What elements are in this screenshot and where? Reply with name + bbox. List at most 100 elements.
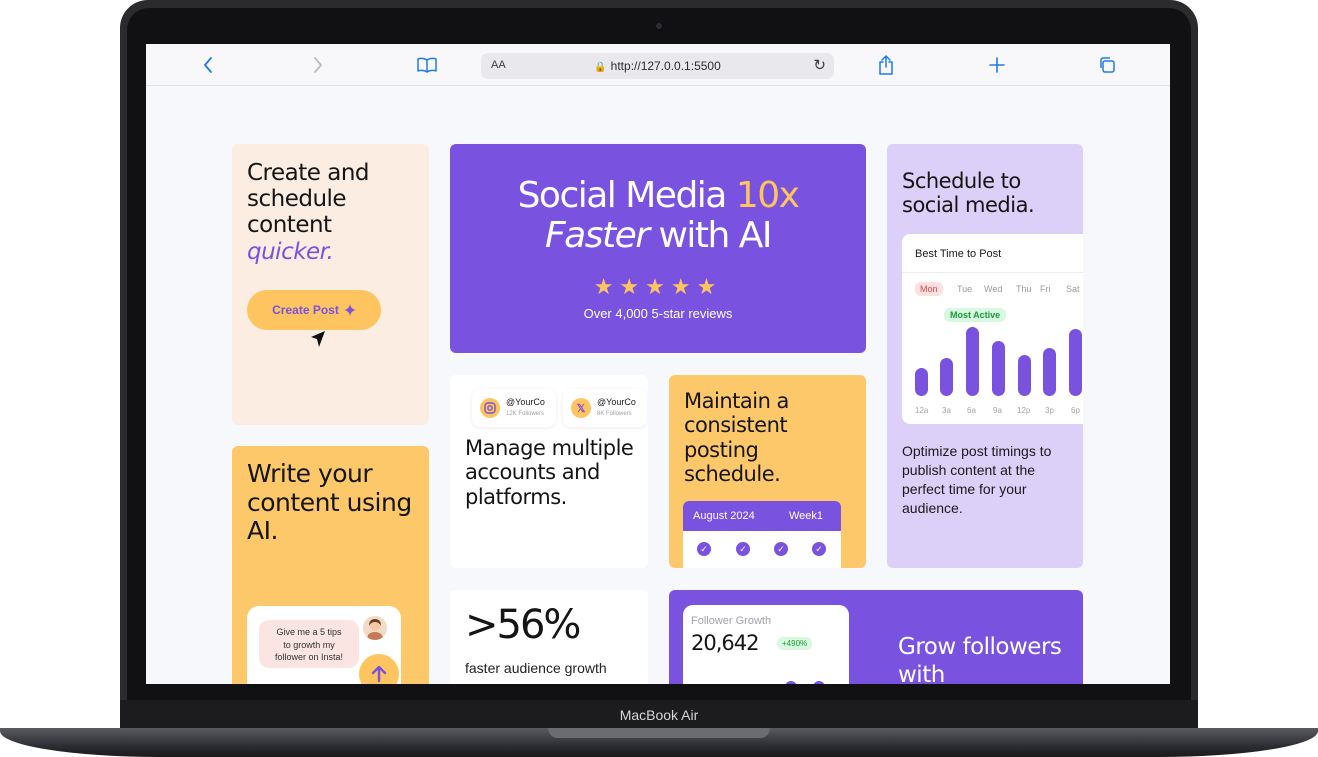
url-display: 🔒 http://127.0.0.1:5500	[481, 59, 834, 73]
account-handle: @YourCo	[597, 397, 636, 407]
time-label: 6p	[1071, 406, 1080, 415]
hero-title: Social Media 10x Faster with AI	[450, 176, 866, 255]
cursor-icon	[311, 331, 325, 347]
time-label: 12a	[915, 406, 929, 415]
calendar-month: August 2024	[693, 510, 755, 522]
browser-toolbar: AA 🔒 http://127.0.0.1:5500 ↻	[146, 44, 1170, 86]
stat-label: faster audience growth	[465, 660, 607, 676]
time-bar	[915, 368, 928, 396]
check-icon: ✓	[697, 542, 711, 556]
camera-icon	[656, 23, 662, 29]
write-headline: Write your content using AI.	[247, 459, 412, 545]
schedule-card: Schedule to social media. Best Time to P…	[887, 144, 1083, 568]
hero-subtitle: Over 4,000 5-star reviews	[583, 306, 733, 321]
time-label: 3p	[1045, 406, 1054, 415]
chat-message: Give me a 5 tips to growth my follower o…	[259, 620, 359, 668]
create-headline: Create and schedule content quicker.	[247, 160, 422, 265]
time-label: 6a	[967, 406, 976, 415]
create-post-button[interactable]: Create Post	[247, 290, 381, 330]
grow-card: Follower Growth 20,642 +490% Grow follow…	[669, 590, 1083, 684]
account-followers: 8K Followers	[597, 411, 632, 417]
time-bar	[1018, 355, 1031, 396]
hero-banner: Social Media 10x Faster with AI ★★★★★ Ov…	[450, 144, 866, 353]
chat-line-1: Give me a 5 tips	[276, 627, 342, 637]
create-line-2: schedule	[247, 186, 347, 213]
manage-headline: Manage multiple accounts and platforms.	[465, 436, 634, 509]
avatar	[363, 616, 387, 640]
create-line-3: content	[247, 212, 332, 239]
reload-icon[interactable]: ↻	[813, 56, 826, 74]
divider	[902, 272, 1083, 273]
day-fri[interactable]: Fri	[1040, 284, 1051, 294]
ai-chat-box: Give me a 5 tips to growth my follower o…	[247, 606, 401, 684]
bookmarks-icon[interactable]	[416, 54, 438, 76]
lock-icon: 🔒	[594, 62, 607, 73]
day-thu[interactable]: Thu	[1016, 284, 1032, 294]
calendar-header: August 2024 Week1	[683, 501, 841, 531]
chat-line-2: to growth my	[283, 639, 335, 650]
laptop-notch	[548, 728, 770, 738]
account-handle: @YourCo	[506, 397, 545, 407]
growth-badge: +490%	[777, 637, 813, 650]
share-icon[interactable]	[875, 54, 897, 76]
create-post-label: Create Post	[272, 303, 339, 317]
back-icon[interactable]	[197, 54, 219, 76]
hero-title-part-1: Social Media	[517, 175, 736, 216]
time-bar	[1043, 348, 1056, 396]
schedule-headline: Schedule to social media.	[902, 169, 1035, 217]
time-label: 12p	[1017, 406, 1031, 415]
calendar-week: Week1	[788, 510, 823, 522]
day-mon[interactable]: Mon	[915, 282, 943, 296]
arrow-up-icon	[371, 665, 387, 683]
growth-title: Follower Growth	[691, 615, 772, 627]
most-active-badge: Most Active	[944, 308, 1007, 322]
star-rating: ★★★★★	[593, 274, 723, 299]
maintain-headline: Maintain a consistent posting schedule.	[684, 389, 789, 487]
follower-growth-panel: Follower Growth 20,642 +490%	[683, 605, 849, 684]
write-card: Write your content using AI. Give me a 5…	[232, 446, 429, 684]
time-bar	[992, 341, 1005, 396]
browser-screen: AA 🔒 http://127.0.0.1:5500 ↻ Create and s…	[146, 44, 1170, 684]
stat-card: >56% faster audience growth	[450, 590, 648, 684]
time-label: 3a	[942, 406, 951, 415]
manage-card: @YourCo 12K Followers 𝕏 @YourCo 8K Follo…	[450, 375, 648, 568]
stat-value: >56%	[465, 602, 581, 648]
forward-icon[interactable]	[307, 54, 329, 76]
check-icon: ✓	[812, 542, 826, 556]
device-label: MacBook Air	[619, 707, 699, 723]
day-sat[interactable]: Sat	[1066, 284, 1080, 294]
instagram-icon	[480, 398, 500, 418]
x-icon: 𝕏	[571, 398, 591, 418]
send-button[interactable]	[359, 654, 399, 684]
growth-dots	[785, 681, 825, 684]
day-tue[interactable]: Tue	[957, 284, 972, 294]
account-chip-x[interactable]: 𝕏 @YourCo 8K Followers	[563, 389, 647, 427]
best-time-title: Best Time to Post	[915, 248, 1002, 260]
hero-title-highlight: 10x	[735, 175, 800, 216]
time-bar	[966, 327, 979, 396]
growth-value: 20,642	[691, 631, 759, 655]
account-chip-instagram[interactable]: @YourCo 12K Followers	[472, 389, 556, 427]
address-bar[interactable]: AA 🔒 http://127.0.0.1:5500 ↻	[481, 53, 834, 79]
create-card: Create and schedule content quicker. Cre…	[232, 144, 429, 425]
day-wed[interactable]: Wed	[984, 284, 1002, 294]
url-text: http://127.0.0.1:5500	[610, 59, 721, 73]
time-bar	[1069, 329, 1082, 396]
create-accent-word: quicker.	[247, 238, 334, 265]
account-followers: 12K Followers	[506, 411, 545, 417]
chat-line-3: follower on Insta!	[274, 652, 344, 663]
time-bar	[940, 358, 953, 396]
sparkle-icon	[343, 304, 356, 316]
maintain-card: Maintain a consistent posting schedule. …	[669, 375, 866, 568]
tabs-overview-icon[interactable]	[1096, 54, 1118, 76]
time-label: 9a	[993, 406, 1002, 415]
hero-title-part-2: with AI	[648, 214, 772, 256]
check-icon: ✓	[736, 542, 750, 556]
grow-headline: Grow followers with	[898, 634, 1062, 684]
check-icon: ✓	[774, 542, 788, 556]
schedule-description: Optimize post timings to publish content…	[902, 443, 1052, 516]
new-tab-icon[interactable]	[986, 54, 1008, 76]
calendar-widget: August 2024 Week1 ✓ ✓ ✓ ✓	[683, 501, 841, 568]
best-time-panel: Best Time to Post Mon Tue Wed Thu Fri Sa…	[902, 234, 1083, 424]
hero-title-italic: Faster	[544, 214, 650, 256]
